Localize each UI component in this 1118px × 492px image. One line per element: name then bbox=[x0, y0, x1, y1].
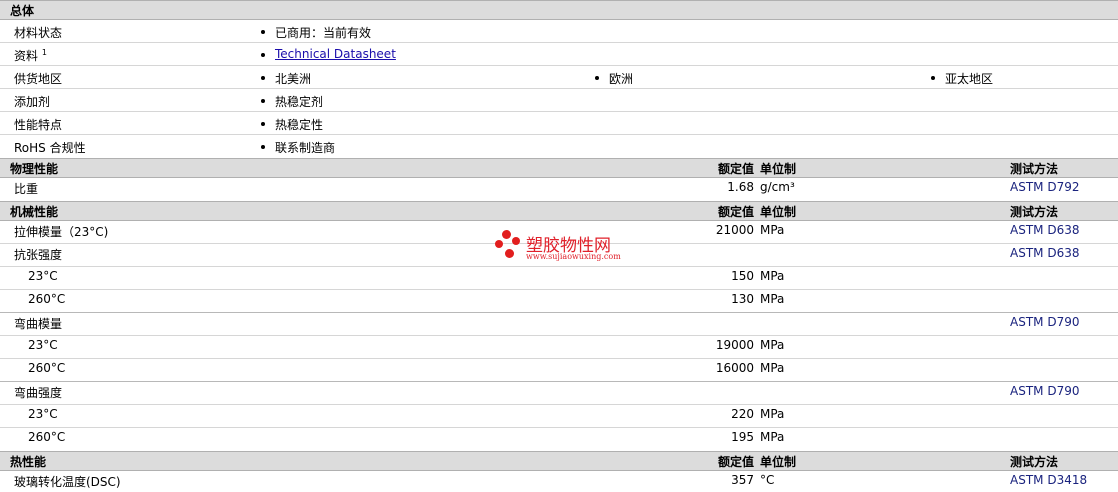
test-method: ASTM D790 bbox=[1010, 315, 1080, 329]
test-method: ASTM D638 bbox=[1010, 223, 1080, 237]
condition-label: 23°C bbox=[28, 338, 58, 352]
row-flexural-strength-260c: 260°C 195 MPa bbox=[0, 428, 1118, 451]
row-flexural-modulus-260c: 260°C 16000 MPa bbox=[0, 359, 1118, 382]
bullet-icon bbox=[261, 53, 265, 57]
section-header-mechanical: 机械性能 额定值 单位制 测试方法 bbox=[0, 201, 1118, 221]
property-value: 1.68 bbox=[727, 180, 754, 194]
property-unit: MPa bbox=[760, 430, 785, 444]
bullet-icon bbox=[595, 76, 599, 80]
property-value: 热稳定性 bbox=[275, 118, 324, 132]
logo-dot-icon bbox=[495, 240, 503, 248]
property-label: 拉伸模量（23°C) bbox=[14, 225, 109, 239]
bullet-icon bbox=[931, 76, 935, 80]
region-value: 欧洲 bbox=[609, 72, 634, 86]
property-label: 材料状态 bbox=[14, 26, 63, 40]
unit-column-header: 单位制 bbox=[760, 162, 797, 176]
property-value: 16000 bbox=[715, 361, 754, 375]
value-column-header: 额定值 bbox=[717, 162, 754, 176]
method-column-header: 测试方法 bbox=[1010, 205, 1059, 219]
footnote-marker: 1 bbox=[41, 48, 47, 57]
property-value: 220 bbox=[731, 407, 754, 421]
bullet-icon bbox=[261, 99, 265, 103]
property-value: 150 bbox=[731, 269, 754, 283]
technical-datasheet-link[interactable]: Technical Datasheet bbox=[275, 47, 396, 61]
property-value: 已商用：当前有效 bbox=[275, 26, 372, 40]
section-header-physical: 物理性能 额定值 单位制 测试方法 bbox=[0, 158, 1118, 178]
row-availability: 供货地区 北美洲 欧洲 亚太地区 bbox=[0, 66, 1118, 89]
method-column-header: 测试方法 bbox=[1010, 162, 1059, 176]
unit-column-header: 单位制 bbox=[760, 455, 797, 469]
test-method: ASTM D792 bbox=[1010, 180, 1080, 194]
bullet-icon bbox=[261, 30, 265, 34]
unit-column-header: 单位制 bbox=[760, 205, 797, 219]
watermark-logo: 塑胶物性网 www.sujiaowuxing.com bbox=[494, 229, 634, 265]
property-unit: MPa bbox=[760, 361, 785, 375]
section-title: 总体 bbox=[10, 4, 35, 18]
bullet-icon bbox=[261, 145, 265, 149]
section-header-thermal: 热性能 额定值 单位制 测试方法 bbox=[0, 451, 1118, 471]
row-flexural-modulus: 弯曲模量 ASTM D790 bbox=[0, 313, 1118, 336]
region-value: 北美洲 bbox=[275, 72, 312, 86]
logo-dot-icon bbox=[512, 237, 520, 245]
property-value: 195 bbox=[731, 430, 754, 444]
property-value: 热稳定剂 bbox=[275, 95, 324, 109]
condition-label: 260°C bbox=[28, 361, 66, 375]
test-method: ASTM D790 bbox=[1010, 384, 1080, 398]
condition-label: 260°C bbox=[28, 430, 66, 444]
property-label: 弯曲模量 bbox=[14, 317, 63, 331]
property-unit: MPa bbox=[760, 407, 785, 421]
property-label: 资料 1 bbox=[14, 48, 47, 63]
property-label: 弯曲强度 bbox=[14, 386, 63, 400]
row-glass-transition: 玻璃转化温度(DSC) 357 °C ASTM D3418 bbox=[0, 471, 1118, 492]
property-unit: MPa bbox=[760, 338, 785, 352]
section-title: 热性能 bbox=[10, 455, 47, 469]
row-datasheet: 资料 1 Technical Datasheet bbox=[0, 43, 1118, 66]
method-column-header: 测试方法 bbox=[1010, 455, 1059, 469]
condition-label: 23°C bbox=[28, 407, 58, 421]
row-rohs: RoHS 合规性 联系制造商 bbox=[0, 135, 1118, 158]
property-label: RoHS 合规性 bbox=[14, 141, 86, 155]
region-value: 亚太地区 bbox=[945, 72, 994, 86]
property-label: 玻璃转化温度(DSC) bbox=[14, 475, 121, 489]
row-flexural-strength-23c: 23°C 220 MPa bbox=[0, 405, 1118, 428]
row-material-status: 材料状态 已商用：当前有效 bbox=[0, 20, 1118, 43]
property-label: 比重 bbox=[14, 182, 39, 196]
property-label: 抗张强度 bbox=[14, 248, 63, 262]
test-method: ASTM D3418 bbox=[1010, 473, 1088, 487]
value-column-header: 额定值 bbox=[717, 455, 754, 469]
bullet-icon bbox=[261, 122, 265, 126]
section-title: 物理性能 bbox=[10, 162, 59, 176]
property-label: 供货地区 bbox=[14, 72, 63, 86]
condition-label: 260°C bbox=[28, 292, 66, 306]
property-unit: MPa bbox=[760, 223, 785, 237]
value-column-header: 额定值 bbox=[717, 205, 754, 219]
property-unit: °C bbox=[760, 473, 775, 487]
bullet-icon bbox=[261, 76, 265, 80]
row-tensile-strength-260c: 260°C 130 MPa bbox=[0, 290, 1118, 313]
logo-dot-icon bbox=[505, 249, 514, 258]
row-additive: 添加剂 热稳定剂 bbox=[0, 89, 1118, 112]
row-features: 性能特点 热稳定性 bbox=[0, 112, 1118, 135]
property-unit: g/cm³ bbox=[760, 180, 795, 194]
property-unit: MPa bbox=[760, 292, 785, 306]
property-unit: MPa bbox=[760, 269, 785, 283]
watermark-url: www.sujiaowuxing.com bbox=[526, 252, 621, 261]
logo-dot-icon bbox=[502, 230, 511, 239]
property-value: 19000 bbox=[715, 338, 754, 352]
property-value: 联系制造商 bbox=[275, 141, 336, 155]
row-flexural-strength: 弯曲强度 ASTM D790 bbox=[0, 382, 1118, 405]
section-title: 机械性能 bbox=[10, 205, 59, 219]
row-flexural-modulus-23c: 23°C 19000 MPa bbox=[0, 336, 1118, 359]
row-tensile-strength-23c: 23°C 150 MPa bbox=[0, 267, 1118, 290]
row-specific-gravity: 比重 1.68 g/cm³ ASTM D792 bbox=[0, 178, 1118, 201]
property-label: 添加剂 bbox=[14, 95, 51, 109]
property-label: 性能特点 bbox=[14, 118, 63, 132]
property-value: 357 bbox=[731, 473, 754, 487]
property-value: 21000 bbox=[715, 223, 754, 237]
condition-label: 23°C bbox=[28, 269, 58, 283]
test-method: ASTM D638 bbox=[1010, 246, 1080, 260]
section-header-general: 总体 bbox=[0, 0, 1118, 20]
property-value: 130 bbox=[731, 292, 754, 306]
